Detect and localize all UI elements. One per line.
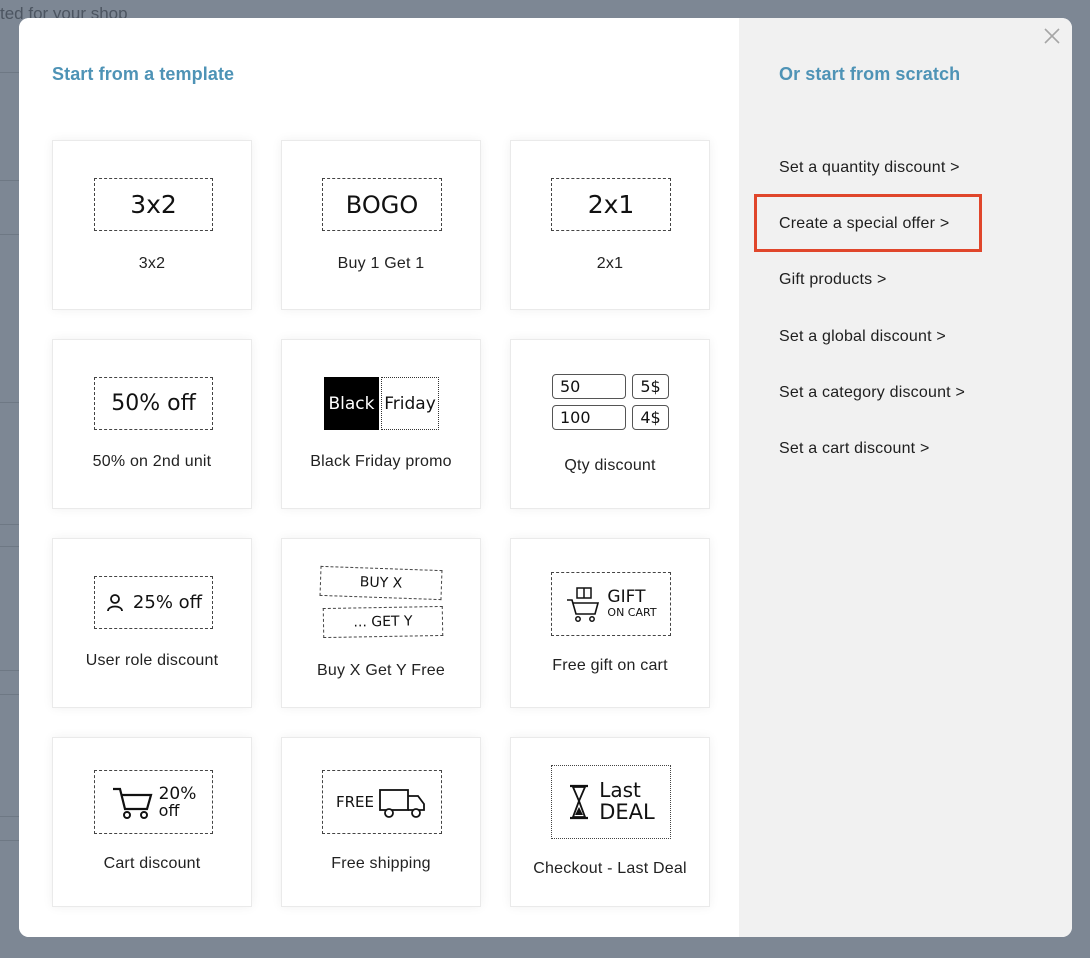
black-badge: Black (324, 377, 379, 430)
qty-field: 100 (552, 405, 626, 430)
background-divider (0, 816, 19, 817)
template-label: 3x2 (138, 255, 166, 272)
background-divider (0, 694, 19, 695)
badge-text-top: Last (599, 778, 641, 803)
template-label: Buy X Get Y Free (316, 662, 445, 679)
gift-products-link[interactable]: Gift products > (779, 271, 887, 289)
price-field: 4$ (632, 405, 669, 430)
badge-text-bottom: ON CART (607, 606, 657, 620)
category-discount-link[interactable]: Set a category discount > (779, 384, 965, 402)
template-badge: Last DEAL (551, 765, 671, 839)
template-card-buy-x-get-y[interactable]: BUY X ... GET Y Buy X Get Y Free (281, 538, 481, 708)
highlight-box (754, 194, 982, 252)
template-badge: GIFT ON CART (551, 572, 671, 636)
template-card-qty-discount[interactable]: 50 5$ 100 4$ Qty discount (510, 339, 710, 509)
template-label: 2x1 (596, 255, 624, 272)
cart-discount-link[interactable]: Set a cart discount > (779, 440, 930, 458)
template-label: Black Friday promo (310, 453, 452, 470)
qty-field: 50 (552, 374, 626, 399)
template-badge: 20% off (94, 770, 213, 834)
templates-pane: Start from a template 3x2 3x2 BOGO Buy 1… (19, 18, 739, 937)
template-label: Free gift on cart (552, 657, 668, 674)
templates-heading: Start from a template (52, 64, 235, 84)
background-divider (0, 72, 19, 73)
template-badge: 25% off (94, 576, 213, 629)
template-picker-modal: Start from a template 3x2 3x2 BOGO Buy 1… (19, 18, 1072, 937)
template-card-50-off[interactable]: 50% off 50% on 2nd unit (52, 339, 252, 509)
badge-text-top: GIFT (607, 587, 646, 608)
background-divider (0, 180, 19, 181)
badge-text-bottom: DEAL (599, 800, 655, 825)
template-badge: 50% off (94, 377, 213, 430)
background-divider (0, 524, 19, 525)
close-button[interactable] (1041, 26, 1063, 48)
badge-text: 25% off (132, 592, 203, 613)
truck-icon (379, 789, 425, 818)
background-divider (0, 670, 19, 671)
badge-text-bottom: off (158, 800, 180, 820)
buy-x-badge: BUY X (319, 565, 443, 601)
template-label: Cart discount (103, 855, 201, 872)
template-card-3x2[interactable]: 3x2 3x2 (52, 140, 252, 310)
template-label: Buy 1 Get 1 (337, 255, 425, 272)
hourglass-icon (570, 784, 589, 820)
template-badge: BOGO (322, 178, 442, 231)
scratch-pane: Or start from scratch Set a quantity dis… (739, 18, 1072, 937)
cart-icon (112, 787, 153, 819)
template-label: Free shipping (331, 855, 431, 872)
template-badge: 2x1 (551, 178, 671, 231)
template-card-bogo[interactable]: BOGO Buy 1 Get 1 (281, 140, 481, 310)
template-card-user-role[interactable]: 25% off User role discount (52, 538, 252, 708)
quantity-discount-link[interactable]: Set a quantity discount > (779, 159, 960, 177)
template-card-last-deal[interactable]: Last DEAL Checkout - Last Deal (510, 737, 710, 907)
price-field: 5$ (632, 374, 669, 399)
template-badge: FREE (322, 770, 442, 834)
badge-text: FREE (335, 793, 374, 811)
template-card-cart-discount[interactable]: 20% off Cart discount (52, 737, 252, 907)
close-icon (1044, 28, 1060, 44)
user-icon (107, 593, 123, 611)
template-card-free-shipping[interactable]: FREE Free shipping (281, 737, 481, 907)
template-card-black-friday[interactable]: Black Friday Black Friday promo (281, 339, 481, 509)
background-divider (0, 546, 19, 547)
template-card-free-gift[interactable]: GIFT ON CART Free gift on cart (510, 538, 710, 708)
gift-cart-icon (567, 587, 600, 622)
friday-badge: Friday (381, 377, 439, 430)
background-divider (0, 840, 19, 841)
global-discount-link[interactable]: Set a global discount > (779, 328, 946, 346)
get-y-badge: ... GET Y (322, 605, 444, 639)
template-label: Qty discount (564, 457, 656, 474)
background-divider (0, 402, 19, 403)
template-badge: 3x2 (94, 178, 213, 231)
template-label: 50% on 2nd unit (92, 453, 212, 470)
badge-text-top: 20% (158, 783, 197, 804)
scratch-heading: Or start from scratch (779, 64, 961, 84)
template-card-2x1[interactable]: 2x1 2x1 (510, 140, 710, 310)
template-label: User role discount (85, 652, 219, 669)
template-label: Checkout - Last Deal (533, 860, 687, 877)
background-divider (0, 234, 19, 235)
